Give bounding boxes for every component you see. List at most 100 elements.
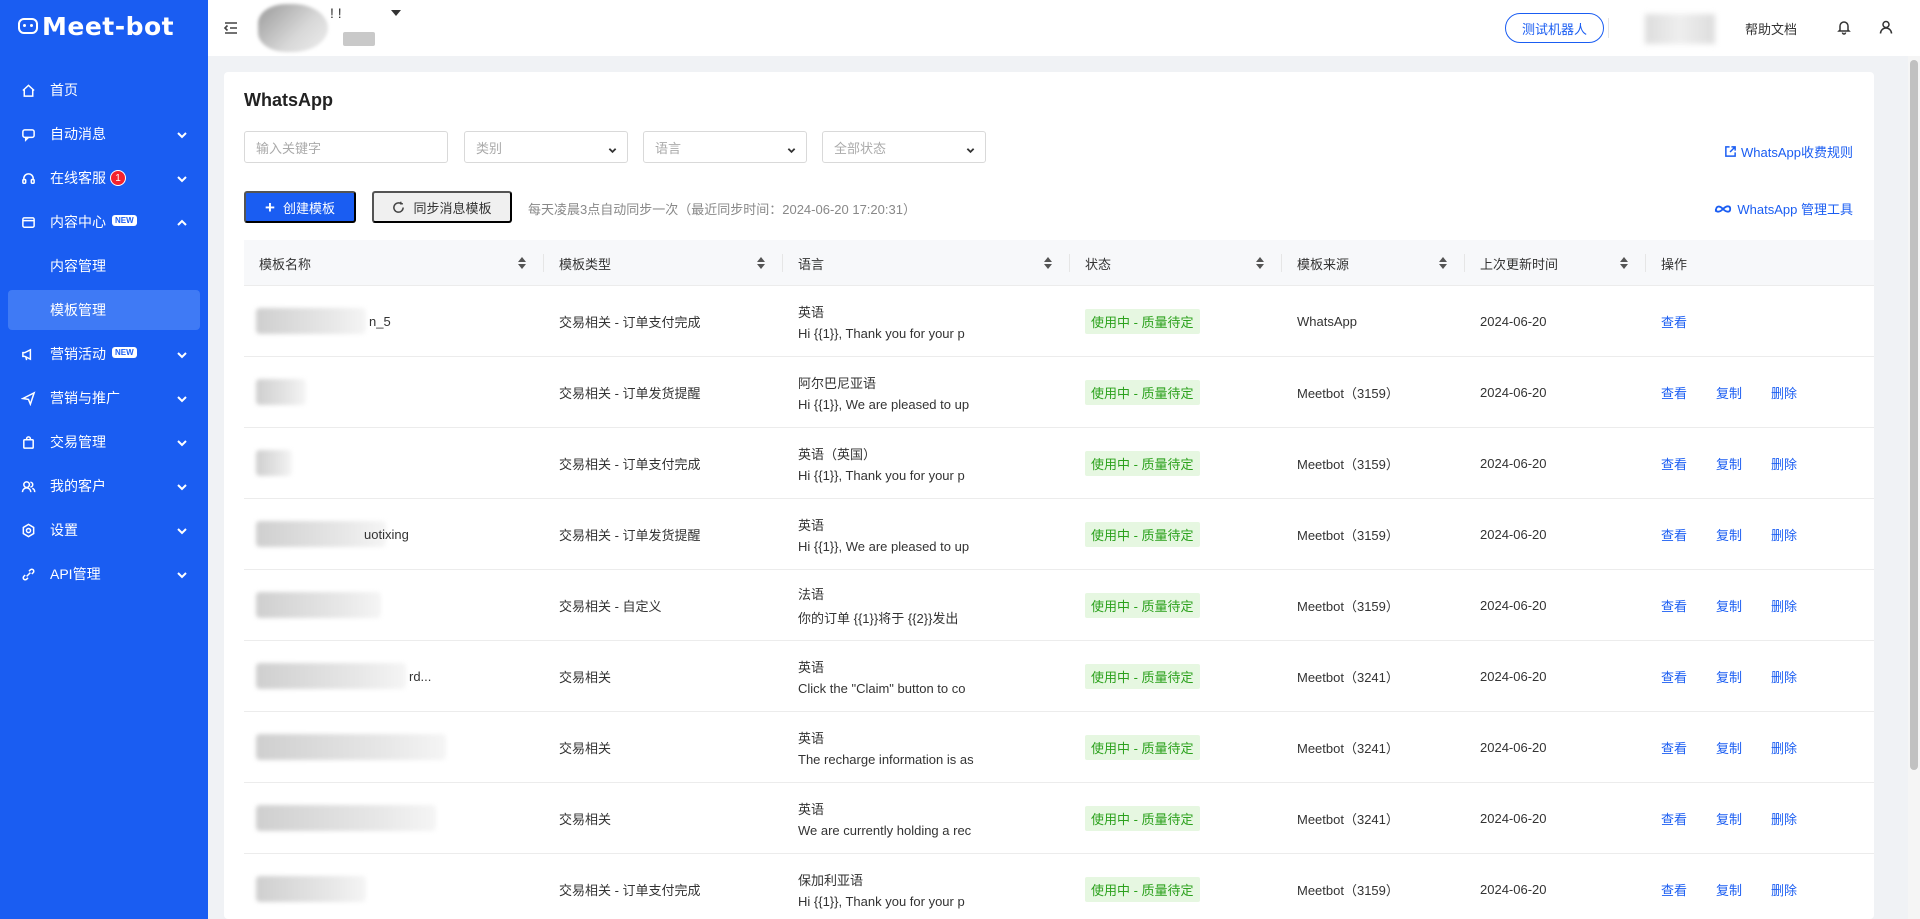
copy-button[interactable]: 复制: [1716, 809, 1742, 828]
updated-cell: 2024-06-20: [1480, 811, 1547, 826]
status-badge: 使用中 - 质量待定: [1085, 593, 1200, 618]
copy-button[interactable]: 复制: [1716, 525, 1742, 544]
sidebar-item-home[interactable]: 首页: [0, 68, 208, 112]
view-button[interactable]: 查看: [1661, 525, 1687, 544]
updated-cell: 2024-06-20: [1480, 740, 1547, 755]
sort-icon[interactable]: [757, 257, 765, 269]
column-header-source[interactable]: 模板来源: [1282, 240, 1465, 286]
copy-button[interactable]: 复制: [1716, 596, 1742, 615]
page-scrollbar-thumb[interactable]: [1910, 60, 1918, 770]
bell-icon[interactable]: [1836, 19, 1852, 35]
table-row: 交易相关 - 自定义 法语 你的订单 {{1}}将于 {{2}}发出 使用中 - …: [244, 570, 1874, 641]
whatsapp-pricing-rules-link[interactable]: WhatsApp收费规则: [1724, 142, 1853, 161]
user-icon[interactable]: [1878, 19, 1894, 35]
sidebar-item-marketing-campaign[interactable]: 营销活动 NEW: [0, 332, 208, 376]
sidebar-item-marketing-promotion[interactable]: 营销与推广: [0, 376, 208, 420]
status-cell: 使用中 - 质量待定: [1070, 641, 1282, 712]
view-button[interactable]: 查看: [1661, 738, 1687, 757]
delete-button[interactable]: 删除: [1771, 454, 1797, 473]
sidebar-subitem-template-manage[interactable]: 模板管理: [8, 290, 200, 330]
caret-down-icon[interactable]: [391, 10, 401, 16]
template-name: n_5: [369, 314, 391, 329]
user-info-blurred[interactable]: [1645, 14, 1715, 44]
blurred-name: [256, 876, 366, 902]
whatsapp-manager-link[interactable]: WhatsApp 管理工具: [1714, 199, 1853, 218]
status-badge: 使用中 - 质量待定: [1085, 522, 1200, 547]
view-button[interactable]: 查看: [1661, 667, 1687, 686]
view-button[interactable]: 查看: [1661, 809, 1687, 828]
sidebar-subitem-content-manage[interactable]: 内容管理: [0, 244, 208, 288]
delete-button[interactable]: 删除: [1771, 809, 1797, 828]
sort-icon[interactable]: [1620, 257, 1628, 269]
message-preview: Hi {{1}}, We are pleased to up: [798, 397, 970, 412]
source-cell: WhatsApp: [1297, 314, 1357, 329]
account-name[interactable]: ! !: [330, 5, 342, 21]
sidebar-item-trade-manage[interactable]: 交易管理: [0, 420, 208, 464]
delete-button[interactable]: 删除: [1771, 667, 1797, 686]
copy-button[interactable]: 复制: [1716, 454, 1742, 473]
table-header: 模板名称 模板类型 语言 状态 模板来源 上次更新时间 操作: [244, 240, 1874, 286]
sidebar-item-auto-message[interactable]: 自动消息: [0, 112, 208, 156]
delete-button[interactable]: 删除: [1771, 383, 1797, 402]
copy-button[interactable]: 复制: [1716, 383, 1742, 402]
language-select[interactable]: 语言: [643, 131, 807, 163]
status-select[interactable]: 全部状态: [822, 131, 986, 163]
menu-collapse-icon[interactable]: [223, 20, 239, 36]
help-docs-link[interactable]: 帮助文档: [1745, 19, 1797, 38]
sort-icon[interactable]: [1044, 257, 1052, 269]
sidebar-item-label: 设置: [50, 522, 78, 538]
sidebar-item-my-customers[interactable]: 我的客户: [0, 464, 208, 508]
test-bot-button[interactable]: 测试机器人: [1505, 13, 1605, 43]
status-badge: 使用中 - 质量待定: [1085, 806, 1200, 831]
sidebar-item-label: 我的客户: [50, 478, 106, 494]
copy-button[interactable]: 复制: [1716, 738, 1742, 757]
view-button[interactable]: 查看: [1661, 596, 1687, 615]
status-badge: 使用中 - 质量待定: [1085, 877, 1200, 902]
sidebar-item-live-support[interactable]: 在线客服 1: [0, 156, 208, 200]
keyword-search-input[interactable]: 输入关键字: [244, 131, 448, 163]
language-cell: 保加利亚语 Hi {{1}}, Thank you for your p: [783, 854, 1070, 919]
language-name: 英语: [798, 305, 825, 320]
copy-button[interactable]: 复制: [1716, 880, 1742, 899]
column-header-status[interactable]: 状态: [1070, 240, 1282, 286]
sync-templates-button[interactable]: 同步消息模板: [372, 191, 512, 223]
sidebar-subitem-label: 内容管理: [50, 258, 106, 274]
logo[interactable]: Meet-bot: [0, 0, 208, 52]
column-header-name[interactable]: 模板名称: [244, 240, 544, 286]
sync-note: 每天凌晨3点自动同步一次（最近同步时间：2024-06-20 17:20:31）: [528, 202, 916, 217]
sidebar-item-content-center[interactable]: 内容中心 NEW: [0, 200, 208, 244]
view-button[interactable]: 查看: [1661, 312, 1687, 331]
create-template-button[interactable]: + 创建模板: [244, 191, 356, 223]
sort-icon[interactable]: [518, 257, 526, 269]
blurred-name: [256, 450, 292, 476]
chevron-down-icon: [176, 436, 188, 448]
column-header-type[interactable]: 模板类型: [544, 240, 783, 286]
view-button[interactable]: 查看: [1661, 880, 1687, 899]
view-button[interactable]: 查看: [1661, 454, 1687, 473]
sidebar-item-api-manage[interactable]: API管理: [0, 552, 208, 596]
copy-button[interactable]: 复制: [1716, 667, 1742, 686]
status-badge: 使用中 - 质量待定: [1085, 735, 1200, 760]
table-row: 交易相关 - 订单发货提醒 阿尔巴尼亚语 Hi {{1}}, We are ple…: [244, 357, 1874, 428]
column-header-updated[interactable]: 上次更新时间: [1465, 240, 1646, 286]
delete-button[interactable]: 删除: [1771, 525, 1797, 544]
delete-button[interactable]: 删除: [1771, 880, 1797, 899]
sort-icon[interactable]: [1256, 257, 1264, 269]
column-header-language[interactable]: 语言: [783, 240, 1070, 286]
template-name: uotixing: [364, 527, 409, 542]
category-select[interactable]: 类别: [464, 131, 628, 163]
updated-cell: 2024-06-20: [1480, 669, 1547, 684]
status-badge: 使用中 - 质量待定: [1085, 664, 1200, 689]
account-avatar[interactable]: [258, 4, 328, 52]
sort-icon[interactable]: [1439, 257, 1447, 269]
language-name: 阿尔巴尼亚语: [798, 376, 877, 391]
new-badge: NEW: [112, 346, 137, 358]
delete-button[interactable]: 删除: [1771, 596, 1797, 615]
sidebar-item-label: 首页: [50, 82, 78, 98]
view-button[interactable]: 查看: [1661, 383, 1687, 402]
language-cell: 法语 你的订单 {{1}}将于 {{2}}发出: [783, 570, 1070, 641]
status-cell: 使用中 - 质量待定: [1070, 499, 1282, 570]
content-icon: [20, 214, 36, 230]
sidebar-item-settings[interactable]: 设置: [0, 508, 208, 552]
delete-button[interactable]: 删除: [1771, 738, 1797, 757]
